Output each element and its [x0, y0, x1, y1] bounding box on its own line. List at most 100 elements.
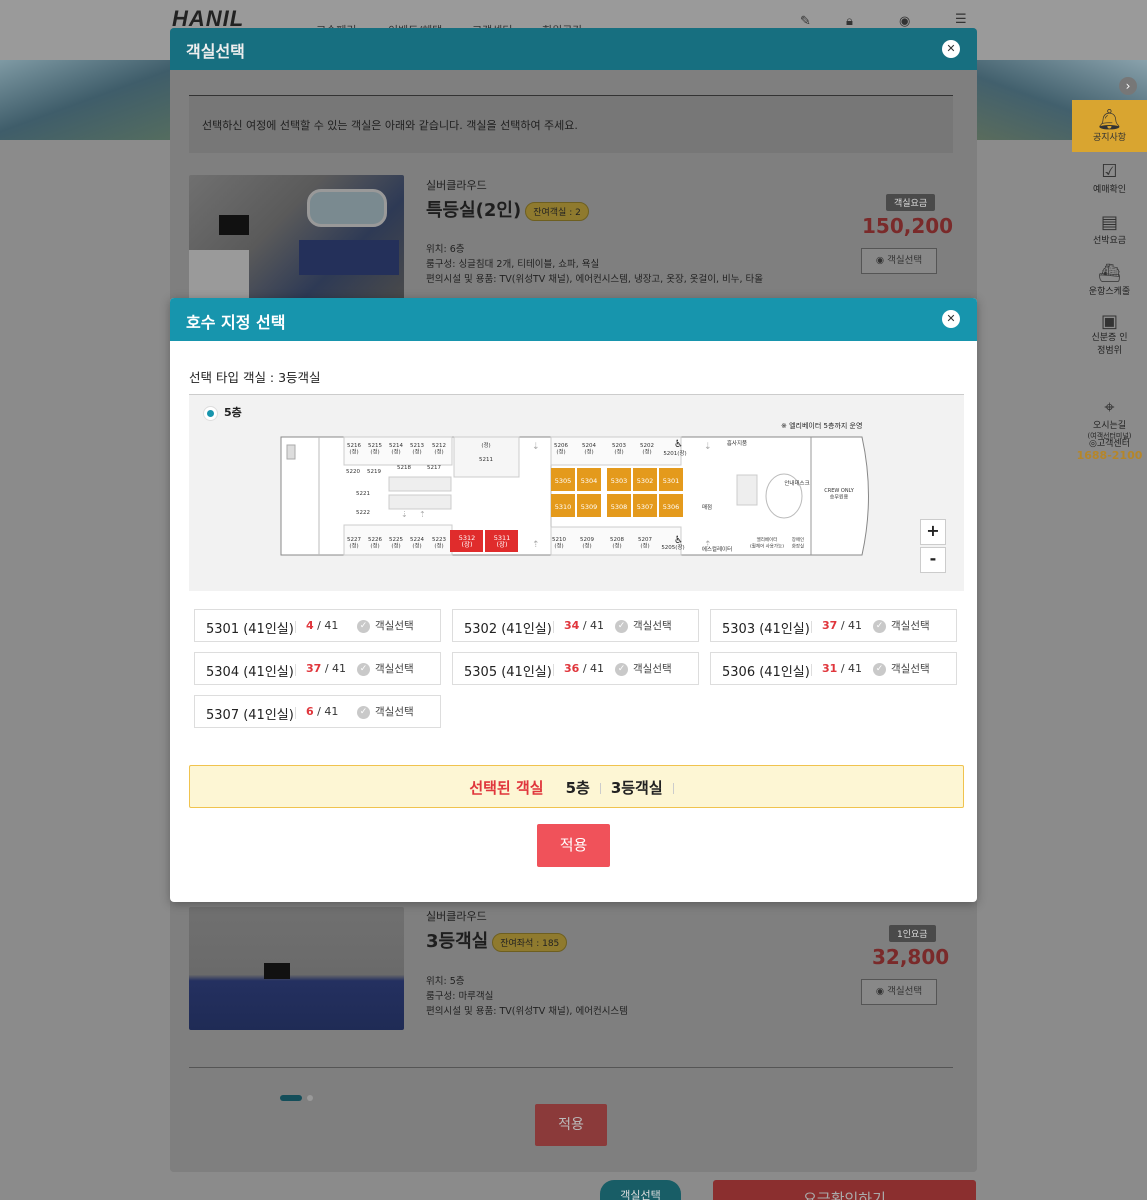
- apply-button[interactable]: 적용: [537, 824, 610, 867]
- chevron-right-icon[interactable]: ›: [1119, 77, 1137, 95]
- divider: [811, 664, 812, 676]
- sidebar-item-booking[interactable]: ☑ 예매확인: [1072, 161, 1147, 196]
- cabin-select-button[interactable]: ✓ 객실선택: [615, 618, 672, 633]
- check-circle-icon: ◉: [875, 986, 888, 997]
- tab-room-select[interactable]: 객실선택: [600, 1180, 681, 1200]
- radio-icon: [207, 409, 214, 417]
- selected-cabin-bar: 선택된 객실 5층 3등객실: [189, 765, 964, 808]
- cabin-number-modal: 호수 지정 선택 ✕ 선택 타입 객실 : 3등객실 5층 ※ 엘리베이터 5층…: [170, 298, 977, 902]
- sidebar-item-id[interactable]: ▣ 신분증 인정범위: [1072, 312, 1147, 358]
- cabin-select-button[interactable]: ✓ 객실선택: [357, 618, 414, 633]
- check-circle-icon: ✓: [615, 662, 628, 676]
- check-circle-icon: ✓: [357, 619, 370, 633]
- cabin-option-5307[interactable]: 5307 (41인실) 6 / 41 ✓ 객실선택: [194, 695, 441, 728]
- cabin-label: 5307: [637, 503, 654, 511]
- sidebar-item-schedule[interactable]: ⛴ 운항스케줄: [1072, 264, 1147, 298]
- cabin-option-5306[interactable]: 5306 (41인실) 31 / 41 ✓ 객실선택: [710, 652, 957, 685]
- check-circle-icon: ◉: [875, 255, 888, 266]
- cabin-count: 36 / 41: [564, 662, 604, 675]
- area-label: 장애인 화장실: [792, 536, 804, 550]
- lock-icon[interactable]: 🔒︎: [846, 14, 853, 29]
- zoom-out-button[interactable]: -: [920, 547, 946, 573]
- cabin-total: / 41: [840, 662, 863, 675]
- cabin-name: 5302 (41인실): [464, 622, 552, 637]
- arrow-down-icon: ⇣: [401, 510, 408, 519]
- room-composition: 룸구성: 마루객실: [426, 991, 494, 1002]
- menu-icon[interactable]: ☰: [955, 12, 967, 27]
- stair-icon-left: [286, 444, 296, 460]
- button-label: 객실선택: [375, 706, 414, 718]
- arrow-down-icon: ⇣: [704, 442, 712, 452]
- cabin-label: 5219: [367, 469, 381, 475]
- fee-label: 1인요금: [889, 925, 936, 942]
- cabin-option-5305[interactable]: 5305 (41인실) 36 / 41 ✓ 객실선택: [452, 652, 699, 685]
- check-fare-button[interactable]: 요금확인하기: [713, 1180, 976, 1200]
- sidebar-item-fare[interactable]: ▤ 선박요금: [1072, 213, 1147, 247]
- cabin-select-button[interactable]: ✓ 객실선택: [873, 618, 930, 633]
- carousel-dot[interactable]: [307, 1095, 314, 1101]
- button-label: 객실선택: [375, 663, 414, 675]
- floor-radio[interactable]: 5층: [207, 404, 242, 420]
- area-label: 흡사지품: [727, 439, 747, 447]
- room-photo: [189, 175, 404, 300]
- zoom-in-button[interactable]: +: [920, 519, 946, 545]
- cabin-option-5304[interactable]: 5304 (41인실) 37 / 41 ✓ 객실선택: [194, 652, 441, 685]
- cabin-remain: 31: [822, 662, 838, 675]
- user-icon[interactable]: ◉: [899, 14, 910, 29]
- room-select-button[interactable]: ◉ 객실선택: [861, 248, 937, 274]
- arrow-down-icon: ⇣: [532, 442, 540, 452]
- cabin-option-5303[interactable]: 5303 (41인실) 37 / 41 ✓ 객실선택: [710, 609, 957, 642]
- ship-name: 실버클라우드: [426, 910, 487, 923]
- room-name: 3등객실 잔여좌석 : 185: [426, 927, 568, 953]
- apply-button-background[interactable]: 적용: [535, 1104, 607, 1146]
- cabin-option-5302[interactable]: 5302 (41인실) 34 / 41 ✓ 객실선택: [452, 609, 699, 642]
- room-select-button[interactable]: ◉ 객실선택: [861, 979, 937, 1005]
- headset-icon: ◎: [1089, 439, 1097, 449]
- map-icon: ⌖: [1104, 397, 1115, 418]
- ship-name: 실버클라우드: [426, 179, 487, 192]
- sidebar-item-notice[interactable]: 🔔︎ 공지사항: [1072, 100, 1147, 152]
- room-name: 특등실(2인) 잔여객실 : 2: [426, 196, 589, 222]
- sidebar-item-map[interactable]: ⌖ 오시는길 (여객선터미널): [1072, 398, 1147, 441]
- cabin-label: 5309: [581, 503, 598, 511]
- close-icon[interactable]: ✕: [942, 310, 960, 328]
- cabin-label: 5220: [346, 469, 360, 475]
- deck-map: 5층 ※ 엘리베이터 5층까지 운영 5216 (정) 5215 (정) 521…: [189, 395, 964, 591]
- cabin-label: 5303: [611, 477, 628, 485]
- divider: [189, 1067, 953, 1068]
- check-circle-icon: ✓: [357, 662, 370, 676]
- elevator-note: ※ 엘리베이터 5층까지 운영: [781, 422, 863, 430]
- quick-sidebar: 🔔︎ 공지사항 ☑ 예매확인 ▤ 선박요금 ⛴ 운항스케줄 ▣ 신분증 인정범위…: [1072, 100, 1147, 480]
- cabin-count: 37 / 41: [822, 619, 862, 632]
- porthole-window: [307, 189, 387, 227]
- cabin-label: 5306: [663, 503, 680, 511]
- cabin-name: 5304 (41인실): [206, 665, 294, 680]
- cabin-select-button[interactable]: ✓ 객실선택: [873, 661, 930, 676]
- service-phone: 1688-2100: [1076, 449, 1143, 462]
- cabin-name: 5305 (41인실): [464, 665, 552, 680]
- cabin-name: 5306 (41인실): [722, 665, 810, 680]
- carousel-dot-active[interactable]: [280, 1095, 302, 1101]
- cabin-label: 5218: [397, 465, 411, 471]
- button-label: 객실선택: [887, 255, 923, 266]
- edit-icon[interactable]: ✎: [800, 14, 811, 29]
- selected-type: 3등객실: [610, 779, 663, 797]
- divider: [811, 621, 812, 633]
- remain-badge: 잔여좌석 : 185: [492, 932, 568, 952]
- sidebar-item-label: 선박요금: [1092, 236, 1127, 246]
- button-label: 객실선택: [633, 620, 672, 632]
- area-label: 안내데스크: [784, 479, 809, 487]
- room-name-text: 3등객실: [426, 931, 489, 952]
- check-calendar-icon: ☑: [1101, 161, 1118, 182]
- cabin-select-button[interactable]: ✓ 객실선택: [357, 704, 414, 719]
- customer-center[interactable]: ◎고객센터 1688-2100: [1072, 436, 1147, 462]
- divider: [553, 621, 554, 633]
- button-label: 객실선택: [891, 620, 930, 632]
- cabin-select-button[interactable]: ✓ 객실선택: [615, 661, 672, 676]
- cabin-label: 5308: [611, 503, 628, 511]
- cabin-option-5301[interactable]: 5301 (41인실) 4 / 41 ✓ 객실선택: [194, 609, 441, 642]
- modal-header: 호수 지정 선택: [170, 298, 977, 341]
- arrow-up-icon: ⇡: [532, 540, 540, 550]
- close-icon[interactable]: ✕: [942, 40, 960, 58]
- cabin-select-button[interactable]: ✓ 객실선택: [357, 661, 414, 676]
